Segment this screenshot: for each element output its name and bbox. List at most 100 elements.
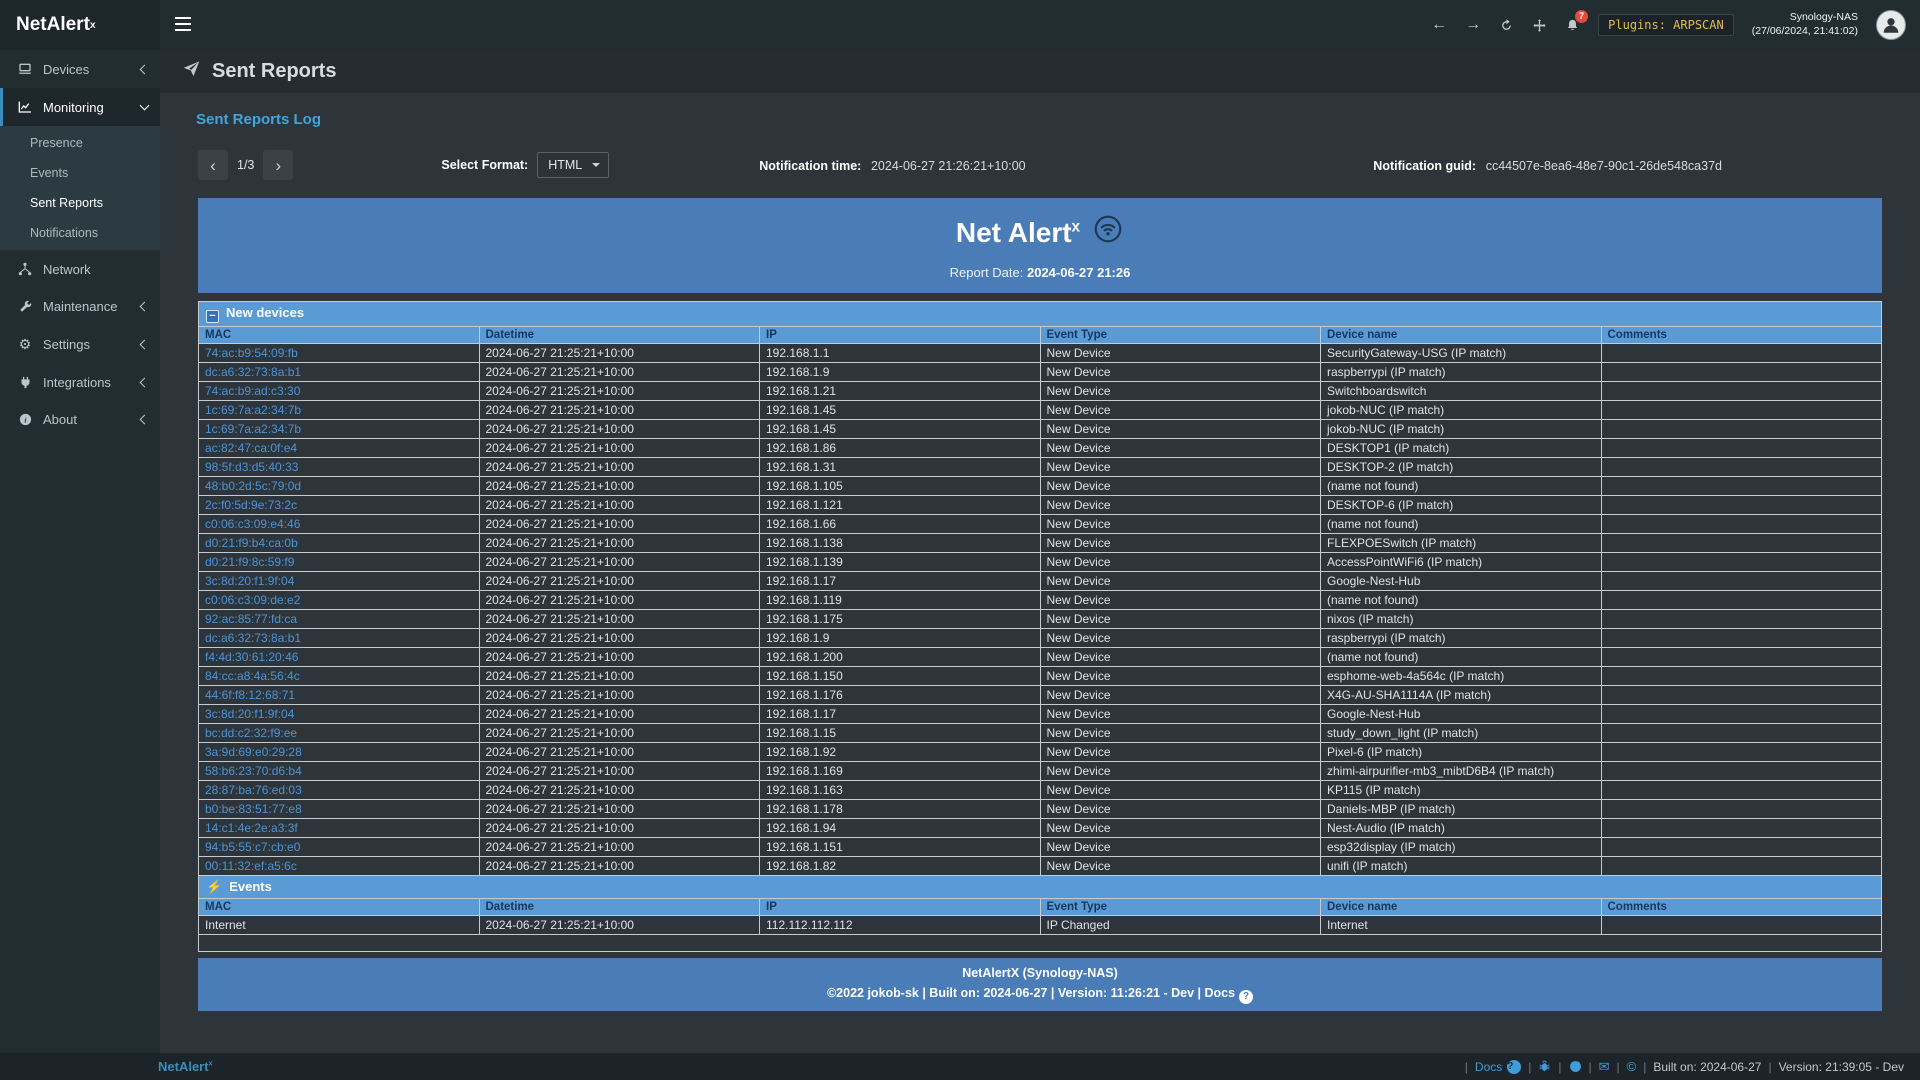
table-cell: 2024-06-27 21:25:21+10:00 xyxy=(479,344,760,363)
sent-reports-log-link[interactable]: Sent Reports Log xyxy=(196,111,321,128)
refresh-icon[interactable] xyxy=(1499,18,1514,33)
user-avatar[interactable] xyxy=(1876,10,1906,40)
mac-link[interactable]: 1c:69:7a:a2:34:7b xyxy=(199,401,480,420)
mac-link[interactable]: 1c:69:7a:a2:34:7b xyxy=(199,420,480,439)
column-header: IP xyxy=(760,899,1041,916)
format-select[interactable]: HTML xyxy=(537,152,609,178)
report-date-value: 2024-06-27 21:26 xyxy=(1027,265,1130,280)
copyright-icon[interactable]: © xyxy=(1627,1059,1637,1074)
table-cell xyxy=(1601,857,1882,876)
report-table: −New devicesMACDatetimeIPEvent TypeDevic… xyxy=(198,301,1882,952)
table-cell: 2024-06-27 21:25:21+10:00 xyxy=(479,553,760,572)
column-header: Device name xyxy=(1321,327,1602,344)
info-icon: i xyxy=(16,412,34,427)
footer-version: Version: 21:39:05 - Dev xyxy=(1779,1060,1904,1074)
mac-link[interactable]: 2c:f0:5d:9e:73:2c xyxy=(199,496,480,515)
sidebar-item-devices[interactable]: Devices xyxy=(0,50,160,88)
email-icon[interactable]: ✉ xyxy=(1599,1059,1610,1075)
plugins-badge[interactable]: Plugins: ARPSCAN xyxy=(1598,14,1734,36)
table-cell: New Device xyxy=(1040,553,1321,572)
table-row: d0:21:f9:8c:59:f92024-06-27 21:25:21+10:… xyxy=(199,553,1882,572)
mac-link[interactable]: c0:06:c3:09:de:e2 xyxy=(199,591,480,610)
table-cell xyxy=(1601,591,1882,610)
mac-link[interactable]: 94:b5:55:c7:cb:e0 xyxy=(199,838,480,857)
column-header: Event Type xyxy=(1040,327,1321,344)
table-cell xyxy=(1601,534,1882,553)
table-cell: DESKTOP1 (IP match) xyxy=(1321,439,1602,458)
table-cell: 2024-06-27 21:25:21+10:00 xyxy=(479,515,760,534)
next-page-button[interactable]: › xyxy=(263,150,293,180)
mac-link[interactable]: 00:11:32:ef:a5:6c xyxy=(199,857,480,876)
sidebar-item-integrations[interactable]: Integrations xyxy=(0,364,160,401)
table-cell: 112.112.112.112 xyxy=(760,916,1041,935)
mac-link[interactable]: b0:be:83:51:77:e8 xyxy=(199,800,480,819)
mac-link[interactable]: ac:82:47:ca:0f:e4 xyxy=(199,439,480,458)
prev-page-button[interactable]: ‹ xyxy=(198,150,228,180)
table-cell xyxy=(1601,515,1882,534)
sidebar-item-monitoring[interactable]: Monitoring xyxy=(0,88,160,126)
table-cell: KP115 (IP match) xyxy=(1321,781,1602,800)
column-header-row: MACDatetimeIPEvent TypeDevice nameCommen… xyxy=(199,327,1882,344)
section-title: ⚡Events xyxy=(199,876,1882,899)
table-cell: esp32display (IP match) xyxy=(1321,838,1602,857)
arrows-move-icon[interactable] xyxy=(1532,18,1547,33)
mac-link[interactable]: dc:a6:32:73:8a:b1 xyxy=(199,629,480,648)
sidebar-item-notifications[interactable]: Notifications xyxy=(0,218,160,248)
mac-link[interactable]: 44:6f:f8:12:68:71 xyxy=(199,686,480,705)
sidebar-item-label: Settings xyxy=(43,337,90,352)
table-row: 74:ac:b9:ad:c3:302024-06-27 21:25:21+10:… xyxy=(199,382,1882,401)
mac-link[interactable]: d0:21:f9:8c:59:f9 xyxy=(199,553,480,572)
main-content: Sent Reports Sent Reports Log ‹ 1/3 › Se… xyxy=(160,0,1920,1080)
sidebar-item-settings[interactable]: ⚙ Settings xyxy=(0,325,160,364)
sidebar-item-presence[interactable]: Presence xyxy=(0,128,160,158)
sidebar-item-events[interactable]: Events xyxy=(0,158,160,188)
mac-link[interactable]: 74:ac:b9:ad:c3:30 xyxy=(199,382,480,401)
format-label: Select Format: xyxy=(441,158,528,172)
table-cell: jokob-NUC (IP match) xyxy=(1321,420,1602,439)
github-icon[interactable] xyxy=(1569,1060,1582,1073)
sidebar-item-sent-reports[interactable]: Sent Reports xyxy=(0,188,160,218)
app-logo[interactable]: NetAlertx xyxy=(0,0,160,50)
separator: | xyxy=(1558,1060,1561,1074)
report-controls: ‹ 1/3 › Select Format: HTML Notification… xyxy=(198,150,1882,180)
forward-arrow-icon[interactable]: → xyxy=(1465,16,1481,34)
chevron-left-icon xyxy=(140,378,150,388)
mac-link[interactable]: f4:4d:30:61:20:46 xyxy=(199,648,480,667)
mac-link[interactable]: 3c:8d:20:f1:9f:04 xyxy=(199,705,480,724)
mac-link[interactable]: 74:ac:b9:54:09:fb xyxy=(199,344,480,363)
sidebar-toggle-button[interactable] xyxy=(160,0,206,50)
mac-link[interactable]: 92:ac:85:77:fd:ca xyxy=(199,610,480,629)
mac-link[interactable]: c0:06:c3:09:e4:46 xyxy=(199,515,480,534)
mac-link[interactable]: 3a:9d:69:e0:29:28 xyxy=(199,743,480,762)
notifications-bell-icon[interactable]: 7 xyxy=(1565,18,1580,33)
topbar: NetAlertx ← → 7 Plugins: ARPSCAN Synolog… xyxy=(0,0,1920,50)
mac-link[interactable]: d0:21:f9:b4:ca:0b xyxy=(199,534,480,553)
mac-link[interactable]: 48:b0:2d:5c:79:0d xyxy=(199,477,480,496)
mac-link[interactable]: 84:cc:a8:4a:56:4c xyxy=(199,667,480,686)
table-cell xyxy=(1601,458,1882,477)
mac-link[interactable]: 58:b6:23:70:d6:b4 xyxy=(199,762,480,781)
mac-link[interactable]: dc:a6:32:73:8a:b1 xyxy=(199,363,480,382)
mac-link[interactable]: 28:87:ba:76:ed:03 xyxy=(199,781,480,800)
mac-link[interactable]: 98:5f:d3:d5:40:33 xyxy=(199,458,480,477)
mac-link[interactable]: 14:c1:4e:2e:a3:3f xyxy=(199,819,480,838)
table-row: Internet2024-06-27 21:25:21+10:00112.112… xyxy=(199,916,1882,935)
table-cell: New Device xyxy=(1040,838,1321,857)
bug-report-icon[interactable] xyxy=(1538,1060,1551,1073)
mac-link[interactable]: bc:dd:c2:32:f9:ee xyxy=(199,724,480,743)
back-arrow-icon[interactable]: ← xyxy=(1431,16,1447,34)
table-row: 92:ac:85:77:fd:ca2024-06-27 21:25:21+10:… xyxy=(199,610,1882,629)
sidebar-item-network[interactable]: Network xyxy=(0,250,160,288)
report-title: Net Alertx xyxy=(198,213,1882,252)
chevron-left-icon xyxy=(140,302,150,312)
docs-link[interactable]: Docs? xyxy=(1475,1060,1521,1074)
mac-link[interactable]: 3c:8d:20:f1:9f:04 xyxy=(199,572,480,591)
content-body: Sent Reports Log ‹ 1/3 › Select Format: … xyxy=(160,93,1920,1011)
sidebar-item-about[interactable]: i About xyxy=(0,401,160,438)
table-cell: 2024-06-27 21:25:21+10:00 xyxy=(479,916,760,935)
column-header: Device name xyxy=(1321,899,1602,916)
table-cell: FLEXPOESwitch (IP match) xyxy=(1321,534,1602,553)
section-title-text: Events xyxy=(229,879,272,894)
footer-brand[interactable]: NetAlertx xyxy=(158,1059,213,1074)
sidebar-item-maintenance[interactable]: Maintenance xyxy=(0,288,160,325)
